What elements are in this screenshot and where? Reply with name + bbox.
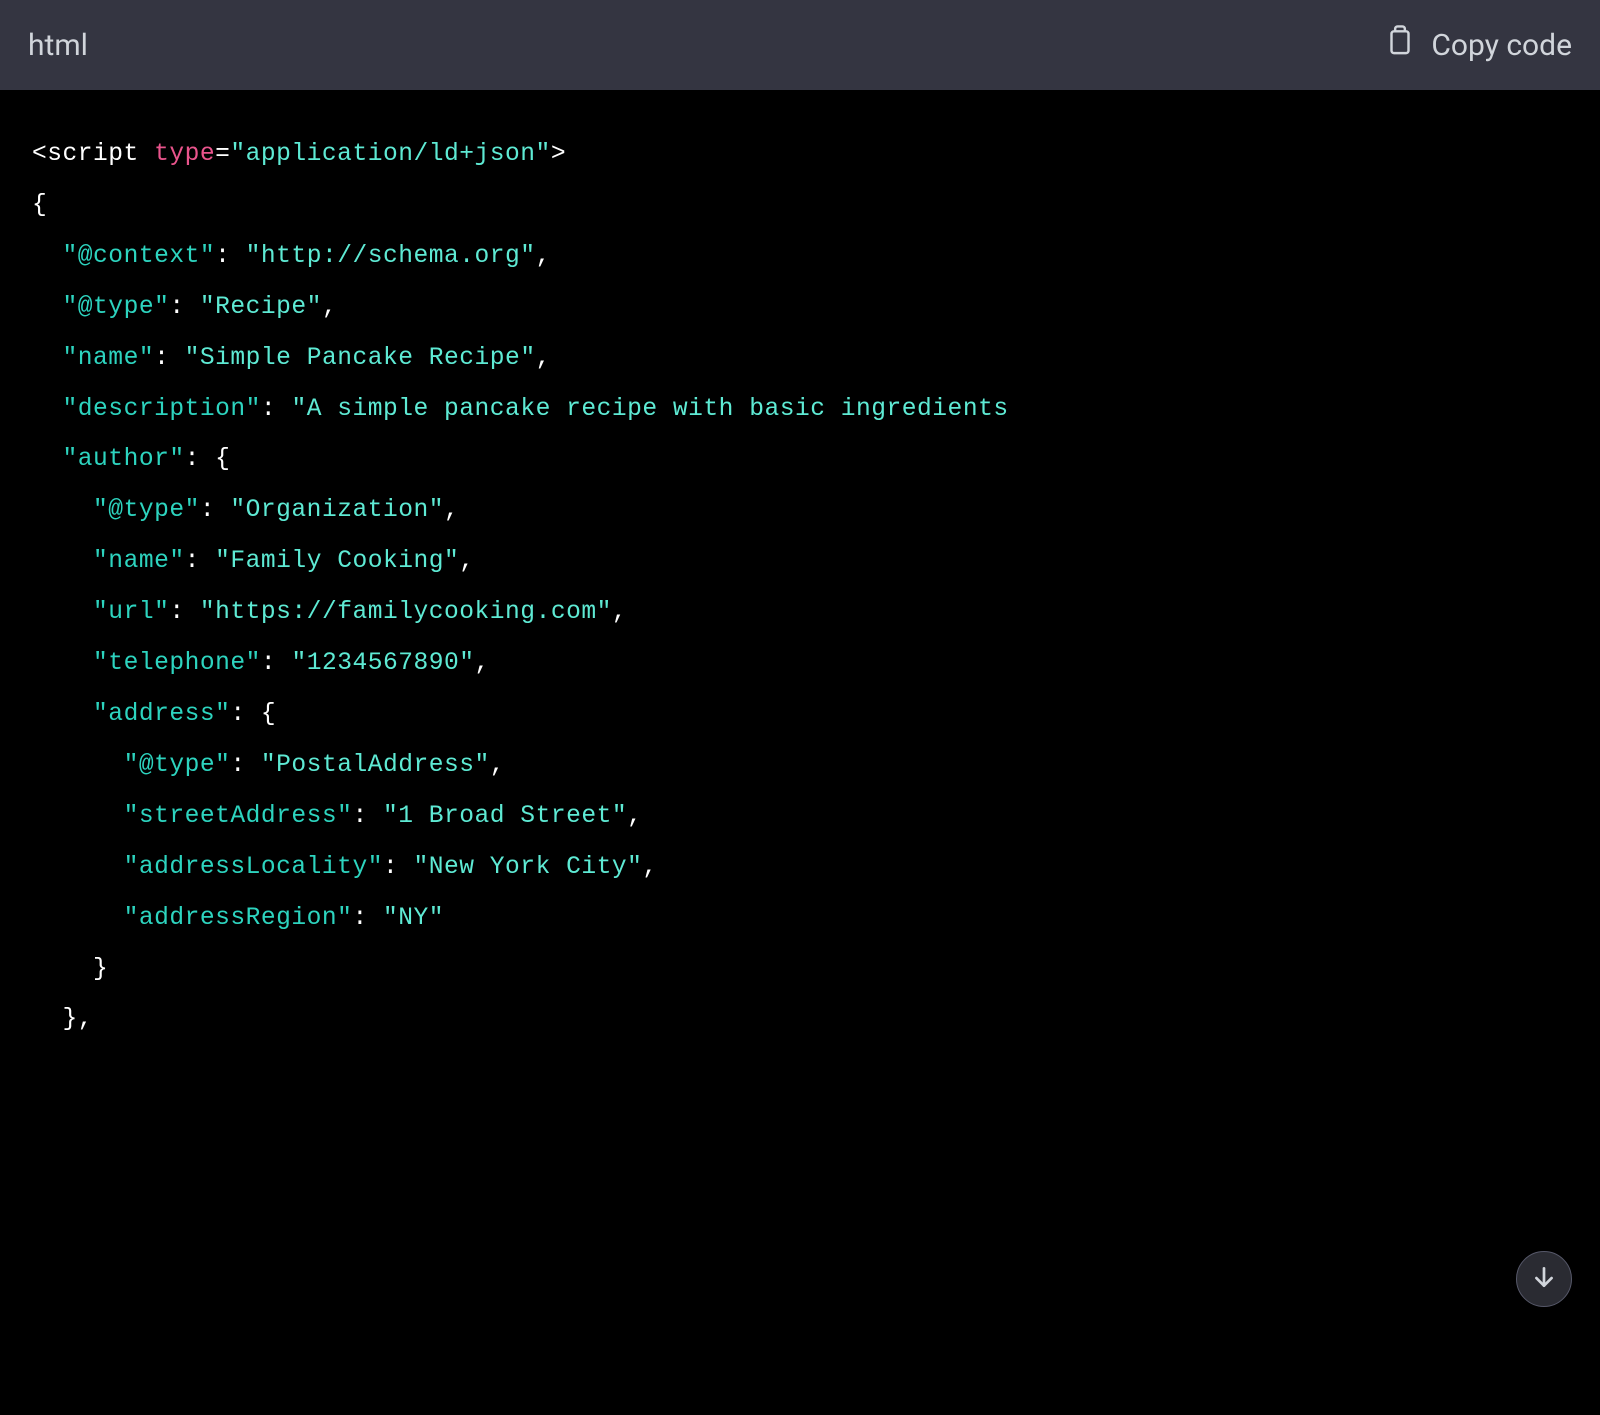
code-token: "url" bbox=[93, 599, 169, 626]
code-token: : bbox=[261, 650, 292, 677]
code-token: : bbox=[215, 243, 246, 270]
code-content[interactable]: <script type="application/ld+json"> { "@… bbox=[0, 90, 1600, 1086]
code-token: "1 Broad Street" bbox=[383, 803, 627, 830]
code-token: , bbox=[536, 345, 551, 372]
code-token: : bbox=[169, 599, 200, 626]
code-token: { bbox=[32, 192, 47, 219]
code-token: "streetAddress" bbox=[124, 803, 353, 830]
code-header: html Copy code bbox=[0, 0, 1600, 90]
code-token: : bbox=[154, 345, 185, 372]
code-token: , bbox=[475, 650, 490, 677]
code-token: : bbox=[169, 294, 200, 321]
code-token: , bbox=[322, 294, 337, 321]
code-token: , bbox=[642, 854, 657, 881]
language-label: html bbox=[28, 28, 88, 63]
code-token: "Recipe" bbox=[200, 294, 322, 321]
code-token: "http://schema.org" bbox=[246, 243, 536, 270]
code-token: "@type" bbox=[93, 497, 200, 524]
code-token: "@type" bbox=[124, 752, 231, 779]
code-token: "@type" bbox=[63, 294, 170, 321]
code-token: "addressRegion" bbox=[124, 905, 353, 932]
code-token: : bbox=[383, 854, 414, 881]
code-token: "https://familycooking.com" bbox=[200, 599, 612, 626]
copy-code-button[interactable]: Copy code bbox=[1385, 24, 1572, 66]
code-token: : bbox=[261, 396, 292, 423]
code-token: > bbox=[551, 141, 566, 168]
code-token: "application/ld+json" bbox=[230, 141, 550, 168]
clipboard-icon bbox=[1385, 24, 1415, 66]
code-token: "A simple pancake recipe with basic ingr… bbox=[291, 396, 1008, 423]
arrow-down-icon bbox=[1531, 1264, 1557, 1294]
code-token: "New York City" bbox=[414, 854, 643, 881]
code-token: : bbox=[230, 752, 261, 779]
code-token: type bbox=[139, 141, 215, 168]
code-token: , bbox=[612, 599, 627, 626]
code-token: <script bbox=[32, 141, 139, 168]
code-block: html Copy code <script type="application… bbox=[0, 0, 1600, 1415]
code-token: "name" bbox=[93, 548, 185, 575]
code-token: : bbox=[200, 497, 231, 524]
code-token: "Family Cooking" bbox=[215, 548, 459, 575]
code-token: "telephone" bbox=[93, 650, 261, 677]
code-token: = bbox=[215, 141, 230, 168]
code-token: : bbox=[352, 803, 383, 830]
code-token: "address" bbox=[93, 701, 230, 728]
code-token: } bbox=[32, 956, 108, 983]
code-token: "1234567890" bbox=[291, 650, 474, 677]
code-token: : { bbox=[185, 446, 231, 473]
code-token: : bbox=[352, 905, 383, 932]
code-token: "name" bbox=[63, 345, 155, 372]
code-token: "description" bbox=[63, 396, 261, 423]
code-token: }, bbox=[32, 1006, 93, 1033]
code-token: "author" bbox=[63, 446, 185, 473]
code-token: "addressLocality" bbox=[124, 854, 383, 881]
code-token: , bbox=[536, 243, 551, 270]
code-token: "Simple Pancake Recipe" bbox=[185, 345, 536, 372]
code-token: , bbox=[627, 803, 642, 830]
code-token: "Organization" bbox=[230, 497, 444, 524]
code-token: , bbox=[459, 548, 474, 575]
code-token: "PostalAddress" bbox=[261, 752, 490, 779]
code-token: : bbox=[185, 548, 216, 575]
code-token: "@context" bbox=[63, 243, 216, 270]
copy-code-label: Copy code bbox=[1431, 28, 1572, 63]
code-token: , bbox=[444, 497, 459, 524]
code-token: "NY" bbox=[383, 905, 444, 932]
code-token: , bbox=[490, 752, 505, 779]
scroll-down-button[interactable] bbox=[1516, 1251, 1572, 1307]
code-token: : { bbox=[230, 701, 276, 728]
